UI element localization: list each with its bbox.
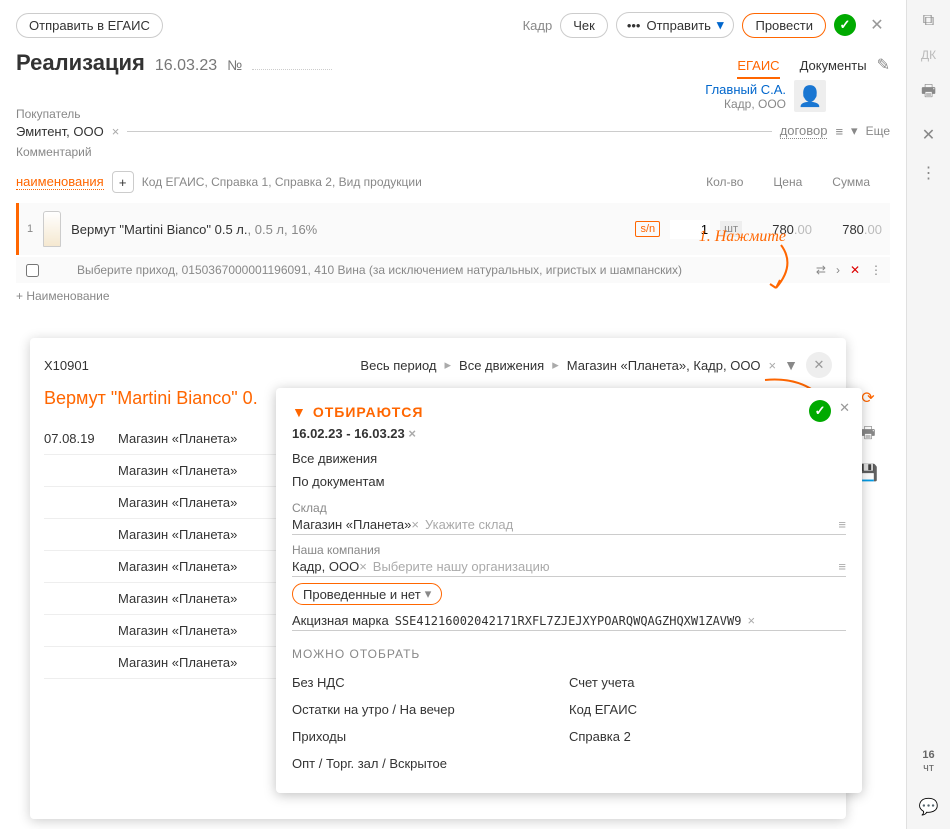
col-price: Цена	[773, 175, 802, 189]
more-icon[interactable]: ⋮	[870, 263, 882, 277]
filter-by-docs[interactable]: По документам	[292, 470, 846, 493]
delete-icon[interactable]: ✕	[922, 125, 935, 145]
tab-egais[interactable]: ЕГАИС	[737, 58, 779, 77]
more-link[interactable]: Еще	[866, 124, 890, 138]
funnel-icon: ▼	[292, 404, 307, 420]
user-company: Кадр, ООО	[705, 97, 786, 111]
dk-badge[interactable]: ДК	[921, 48, 936, 62]
chat-icon[interactable]: 💬	[919, 797, 939, 817]
add-item-button[interactable]: + Наименование	[16, 289, 890, 303]
item-hint: Выберите приход, 0150367000001196091, 41…	[77, 263, 682, 277]
filter-option[interactable]: Остатки на утро / На вечер	[292, 696, 569, 723]
send-dropdown[interactable]: ••• Отправить ▾	[616, 12, 735, 38]
swap-icon[interactable]: ⇄	[816, 263, 826, 277]
columns-header: наименования + Код ЕГАИС, Справка 1, Спр…	[16, 171, 890, 193]
toolbar: Отправить в ЕГАИС Кадр Чек ••• Отправить…	[16, 12, 890, 38]
item-number: 1	[27, 223, 33, 235]
filter-option[interactable]: Приходы	[292, 723, 569, 750]
chek-button[interactable]: Чек	[560, 13, 608, 38]
provesti-button[interactable]: Провести	[742, 13, 826, 38]
clear-date-icon[interactable]: ×	[408, 426, 416, 441]
clear-buyer-icon[interactable]: ×	[112, 124, 120, 139]
filter-popup: ✓ ✕ ▼ ОТБИРАЮТСЯ 16.02.23 - 16.03.23 × В…	[276, 388, 862, 793]
clear-excise-icon[interactable]: ×	[747, 613, 755, 628]
title-date: 16.03.23	[155, 57, 217, 75]
col-name[interactable]: наименования	[16, 174, 104, 190]
print-icon[interactable]: 🖶	[860, 422, 875, 449]
breadcrumb-store[interactable]: Магазин «Планета», Кадр, ООО	[567, 358, 761, 373]
dropdown-arrow-icon: ▾	[717, 17, 724, 33]
date-badge[interactable]: 16 чт	[916, 745, 940, 779]
avatar: 👤	[794, 80, 826, 112]
filter-option[interactable]: Справка 2	[569, 723, 846, 750]
columns-hint: Код ЕГАИС, Справка 1, Справка 2, Вид про…	[142, 175, 422, 189]
item-subrow: Выберите приход, 0150367000001196091, 41…	[16, 257, 890, 283]
annotation-1: 1. Нажмите	[699, 228, 786, 246]
company-menu-icon[interactable]: ≡	[838, 559, 846, 574]
contract-link[interactable]: договор	[780, 123, 828, 139]
send-egais-button[interactable]: Отправить в ЕГАИС	[16, 13, 163, 38]
item-checkbox[interactable]	[26, 264, 39, 277]
menu-icon[interactable]: ≡	[835, 124, 843, 139]
popup-close-icon[interactable]: ✕	[806, 352, 832, 378]
sum-cell: 780.00	[822, 222, 882, 237]
delete-icon[interactable]: ✕	[850, 263, 860, 277]
filter-option[interactable]: Счет учета	[569, 669, 846, 696]
clear-company-icon[interactable]: ×	[359, 559, 367, 574]
col-sum: Сумма	[832, 175, 870, 189]
filter-option[interactable]: Код ЕГАИС	[569, 696, 846, 723]
add-column-button[interactable]: +	[112, 171, 134, 193]
breadcrumb-period[interactable]: Весь период	[360, 358, 436, 373]
ellipsis-icon: •••	[627, 18, 641, 33]
pencil-icon[interactable]: ✎	[877, 55, 890, 75]
can-filter-label: МОЖНО ОТОБРАТЬ	[292, 647, 846, 661]
chevron-down-icon[interactable]: ▾	[851, 123, 858, 139]
number-input[interactable]	[252, 69, 332, 70]
chevron-right-icon[interactable]: ›	[836, 263, 840, 277]
right-sidebar: ⧉ ДК 🖶 ✕ ⋮ 16 чт 💬	[906, 0, 950, 829]
status-dropdown[interactable]: Проведенные и нет ▾	[292, 583, 442, 605]
filter-icon[interactable]: ▼	[784, 357, 798, 373]
company-label: Наша компания	[292, 543, 846, 557]
company-input[interactable]: Кадр, ООО × Выберите нашу организацию ≡	[292, 557, 846, 577]
print-icon[interactable]: 🖶	[921, 80, 936, 107]
sn-button[interactable]: s/n	[635, 221, 660, 237]
page-title: Реализация	[16, 50, 145, 76]
col-qty: Кол-во	[706, 175, 743, 189]
copy-icon[interactable]: ⧉	[923, 12, 934, 30]
filter-close-icon[interactable]: ✕	[839, 400, 850, 422]
close-icon[interactable]: ✕	[864, 12, 890, 38]
title-row: Реализация 16.03.23 № ЕГАИС Документы ✎	[16, 50, 890, 77]
kadr-link[interactable]: Кадр	[523, 18, 553, 33]
filter-apply-icon[interactable]: ✓	[809, 400, 831, 422]
refresh-icon[interactable]: ⟳	[861, 388, 874, 408]
filter-option[interactable]: Опт / Торг. зал / Вскрытое	[292, 750, 569, 777]
filter-all-movements[interactable]: Все движения	[292, 447, 846, 470]
warehouse-menu-icon[interactable]: ≡	[838, 517, 846, 532]
item-name: Вермут "Martini Bianco" 0.5 л., 0.5 л, 1…	[71, 222, 317, 237]
filter-option[interactable]: Без НДС	[292, 669, 569, 696]
buyer-value[interactable]: Эмитент, ООО	[16, 124, 104, 139]
user-block[interactable]: Главный С.А. Кадр, ООО 👤	[705, 80, 826, 112]
filter-date-range[interactable]: 16.02.23 - 16.03.23 ×	[292, 426, 846, 441]
breadcrumb-movements[interactable]: Все движения	[459, 358, 544, 373]
warehouse-input[interactable]: Магазин «Планета» × Укажите склад ≡	[292, 515, 846, 535]
clear-store-icon[interactable]: ×	[769, 358, 777, 373]
clear-warehouse-icon[interactable]: ×	[411, 517, 419, 532]
confirm-icon[interactable]: ✓	[834, 14, 856, 36]
warehouse-label: Склад	[292, 501, 846, 515]
excise-input[interactable]: Акцизная марка SSE41216002042171RXFL7ZJE…	[292, 613, 846, 631]
filter-title: ▼ ОТБИРАЮТСЯ	[292, 404, 846, 420]
bottle-icon	[43, 211, 61, 247]
popup-code: X10901	[44, 358, 89, 373]
more-icon[interactable]: ⋮	[921, 163, 937, 183]
comment-label[interactable]: Комментарий	[16, 145, 890, 159]
chevron-down-icon: ▾	[425, 586, 432, 602]
user-name: Главный С.А.	[705, 82, 786, 97]
tab-documents[interactable]: Документы	[800, 58, 867, 77]
number-label: №	[227, 57, 242, 73]
